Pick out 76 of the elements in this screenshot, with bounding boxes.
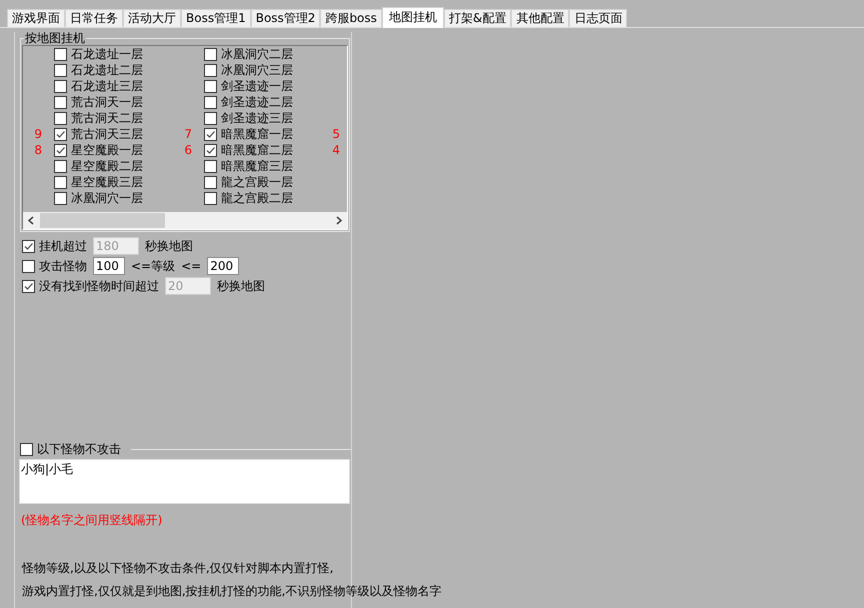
tab[interactable]: 日常任务 <box>65 9 123 27</box>
map-name[interactable]: 剑圣遗迹二层 <box>221 94 293 110</box>
order-number: 6 <box>183 143 193 157</box>
checkbox[interactable] <box>20 443 33 456</box>
checkbox[interactable] <box>204 96 217 108</box>
map-name[interactable]: 暗黑魔窟二层 <box>221 142 293 158</box>
checkbox[interactable] <box>204 176 217 188</box>
checkbox[interactable] <box>54 48 67 60</box>
checkbox[interactable] <box>204 48 217 60</box>
checkbox[interactable] <box>204 64 217 76</box>
tab[interactable]: 打架&配置 <box>444 9 512 27</box>
checkbox[interactable] <box>22 260 35 272</box>
tab[interactable]: 游戏界面 <box>7 9 65 27</box>
checkbox[interactable] <box>54 64 67 76</box>
checkbox[interactable] <box>204 144 217 156</box>
map-name[interactable]: 石龙遗址二层 <box>71 62 143 78</box>
monster-names-field[interactable]: 小狗|小毛 <box>19 459 350 504</box>
map-name[interactable]: 龍之宫殿二层 <box>221 190 293 206</box>
order-number: 7 <box>183 127 193 141</box>
order-number: 4 <box>331 143 341 157</box>
checkbox[interactable] <box>54 128 67 140</box>
checkbox[interactable] <box>22 280 35 292</box>
map-name[interactable]: 龍之宫殿一层 <box>221 174 293 190</box>
tab[interactable]: Boss管理1 <box>181 9 251 27</box>
map-name[interactable]: 荒古洞天二层 <box>71 110 143 126</box>
map-name[interactable]: 冰凰洞穴一层 <box>71 190 143 206</box>
map-name[interactable]: 暗黑魔窟一层 <box>221 126 293 142</box>
map-name[interactable]: 荒古洞天一层 <box>71 94 143 110</box>
order-number: 5 <box>331 127 341 141</box>
number-field[interactable]: 100 <box>93 257 125 275</box>
map-name[interactable]: 冰凰洞穴二层 <box>221 46 293 62</box>
option-label: 没有找到怪物时间超过 <box>39 278 159 294</box>
number-field[interactable]: 200 <box>207 257 240 275</box>
checkbox[interactable] <box>204 192 217 204</box>
order-number: 9 <box>33 127 43 141</box>
option-label: <=等级 <box>131 258 176 274</box>
option-label: 秒换地图 <box>217 278 265 294</box>
map-name[interactable]: 剑圣遗迹一层 <box>221 78 293 94</box>
group-title: 按地图挂机 <box>24 32 86 45</box>
option-label: 攻击怪物 <box>39 258 87 274</box>
map-name[interactable]: 暗黑魔窟三层 <box>221 158 293 174</box>
option-label: <= <box>181 259 202 273</box>
checkbox[interactable] <box>54 80 67 92</box>
checkbox[interactable] <box>54 176 67 188</box>
tab[interactable]: Boss管理2 <box>250 9 320 27</box>
map-name[interactable]: 石龙遗址三层 <box>71 78 143 94</box>
note-text: 游戏内置打怪,仅仅就是到地图,按挂机打怪的功能,不识别怪物等级以及怪物名字 <box>22 583 442 600</box>
checkbox[interactable] <box>22 240 35 252</box>
map-name[interactable]: 冰凰洞穴三层 <box>221 62 293 78</box>
tab[interactable]: 其他配置 <box>511 9 570 27</box>
note-text: 怪物等级,以及以下怪物不攻击条件,仅仅针对脚本内置打怪, <box>22 560 334 577</box>
checkbox[interactable] <box>54 192 67 204</box>
checkbox[interactable] <box>54 160 67 172</box>
checkbox[interactable] <box>204 128 217 140</box>
checkbox-label[interactable]: 以下怪物不攻击 <box>37 441 121 458</box>
map-name[interactable]: 星空魔殿三层 <box>71 174 143 190</box>
tab[interactable]: 地图挂机 <box>382 7 444 28</box>
map-name[interactable]: 星空魔殿一层 <box>71 142 143 158</box>
map-name[interactable]: 剑圣遗迹三层 <box>221 110 293 126</box>
map-name[interactable]: 星空魔殿二层 <box>71 158 143 174</box>
map-name[interactable]: 荒古洞天三层 <box>71 126 143 142</box>
checkbox[interactable] <box>54 96 67 108</box>
checkbox[interactable] <box>54 112 67 124</box>
checkbox[interactable] <box>204 112 217 124</box>
tab[interactable]: 活动大厅 <box>123 9 181 27</box>
hint-text: (怪物名字之间用竖线隔开) <box>21 512 164 529</box>
tab[interactable]: 日志页面 <box>569 9 628 27</box>
checkbox[interactable] <box>204 160 217 172</box>
horizontal-scrollbar[interactable] <box>23 212 347 229</box>
checkbox[interactable] <box>54 144 67 156</box>
option-label: 挂机超过 <box>39 238 87 254</box>
option-label: 秒换地图 <box>145 238 193 254</box>
checkbox[interactable] <box>204 80 217 92</box>
tab[interactable]: 跨服boss <box>320 9 382 27</box>
order-number: 8 <box>33 143 43 157</box>
map-name[interactable]: 石龙遗址一层 <box>71 46 143 62</box>
